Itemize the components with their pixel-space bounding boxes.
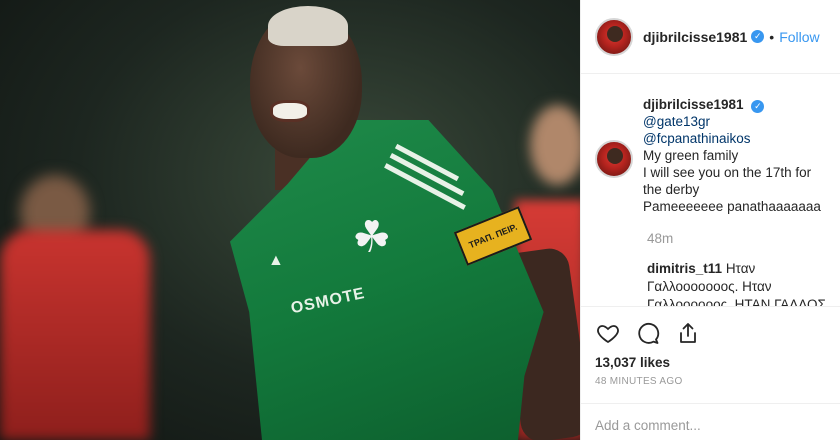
caption-avatar[interactable]: [595, 140, 633, 178]
background-player-red-kit: [0, 230, 150, 440]
post-time-ago: 48 MINUTES AGO: [595, 376, 683, 387]
separator-dot: •: [769, 28, 775, 45]
adidas-logo-icon: ▲: [268, 252, 284, 269]
verified-badge-icon: ✓: [751, 30, 765, 43]
post-side-panel: djibrilcisse1981 ✓ • Follow djibrilcisse…: [580, 0, 840, 440]
avatar[interactable]: [595, 17, 633, 56]
add-comment-input[interactable]: Add a comment...: [581, 403, 840, 440]
share-icon[interactable]: [675, 320, 701, 346]
comments-section[interactable]: djibrilcisse1981 ✓ @gate13gr @fcpanathin…: [581, 74, 840, 306]
caption: djibrilcisse1981 ✓ @gate13gr @fcpanathin…: [595, 96, 826, 215]
caption-text: djibrilcisse1981 ✓ @gate13gr @fcpanathin…: [643, 96, 826, 215]
follow-button[interactable]: Follow: [779, 29, 819, 45]
comment-icon[interactable]: [635, 320, 661, 346]
caption-line: Pameeeeeee panathaaaaaaa: [643, 199, 821, 214]
action-icons: [595, 317, 826, 349]
comment-item: dimitris_t11 Ηταν Γαλλοοοοοοος. Ηταν Γαλ…: [647, 260, 826, 306]
mention-link[interactable]: @fcpanathinaikos: [643, 131, 751, 146]
caption-username[interactable]: djibrilcisse1981: [643, 97, 744, 112]
post-header: djibrilcisse1981 ✓ • Follow: [581, 0, 840, 74]
shamrock-crest-icon: ☘: [352, 213, 392, 262]
post-actions: 13,037 likes 48 MINUTES AGO Add a commen…: [581, 306, 840, 440]
mention-link[interactable]: @gate13gr: [643, 114, 710, 129]
player-hair: [268, 6, 348, 46]
caption-timestamp[interactable]: 48m: [647, 231, 826, 246]
post-photo: ☘ ▲ OSMOTE ΤΡΑΠ. ΠΕΙΡ.: [0, 0, 580, 440]
likes-count[interactable]: 13,037 likes: [595, 355, 826, 370]
caption-line: My green family: [643, 148, 739, 163]
header-username[interactable]: djibrilcisse1981: [643, 29, 747, 45]
caption-line: I will see you on the 17th for the derby: [643, 165, 812, 197]
player-mouth: [270, 100, 310, 122]
background-player-head-right: [530, 105, 580, 185]
comment-username[interactable]: dimitris_t11: [647, 261, 722, 276]
heart-icon[interactable]: [595, 320, 621, 346]
verified-badge-icon: ✓: [751, 100, 765, 113]
